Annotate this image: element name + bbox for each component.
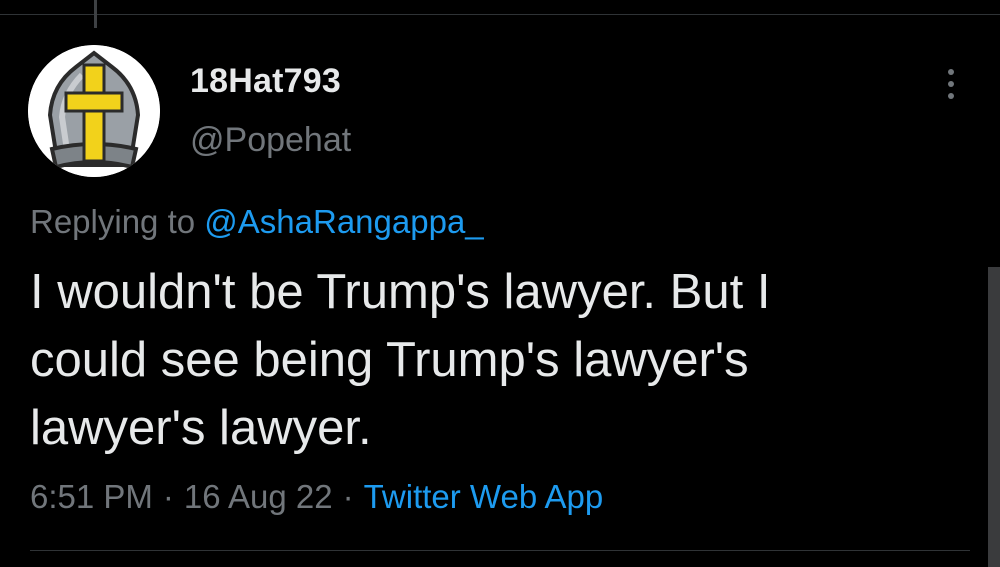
- display-name[interactable]: 18Hat793: [190, 62, 341, 101]
- mitre-cross-icon: [28, 45, 160, 177]
- replying-to-handle-link[interactable]: @AshaRangappa_: [204, 203, 483, 240]
- meta-separator: ·: [342, 478, 354, 515]
- scrollbar-thumb[interactable]: [988, 267, 1000, 567]
- meta-separator: ·: [162, 478, 174, 515]
- avatar[interactable]: [28, 45, 160, 177]
- more-vertical-icon: [948, 69, 954, 75]
- tweet-source-link[interactable]: Twitter Web App: [364, 478, 604, 515]
- more-vertical-icon-dot: [948, 81, 954, 87]
- tweet-text: I wouldn't be Trump's lawyer. But I coul…: [30, 265, 771, 455]
- more-vertical-icon-dot: [948, 93, 954, 99]
- more-options-button[interactable]: [935, 62, 967, 106]
- bottom-divider: [30, 550, 970, 551]
- thread-connector-line: [94, 0, 97, 28]
- tweet-time[interactable]: 6:51 PM: [30, 478, 153, 515]
- tweet-date[interactable]: 16 Aug 22: [184, 478, 333, 515]
- top-divider: [0, 14, 1000, 15]
- tweet-metadata: 6:51 PM · 16 Aug 22 · Twitter Web App: [30, 478, 603, 516]
- replying-to-line: Replying to @AshaRangappa_: [30, 203, 484, 241]
- replying-to-label: Replying to: [30, 203, 196, 240]
- user-handle[interactable]: @Popehat: [190, 121, 351, 160]
